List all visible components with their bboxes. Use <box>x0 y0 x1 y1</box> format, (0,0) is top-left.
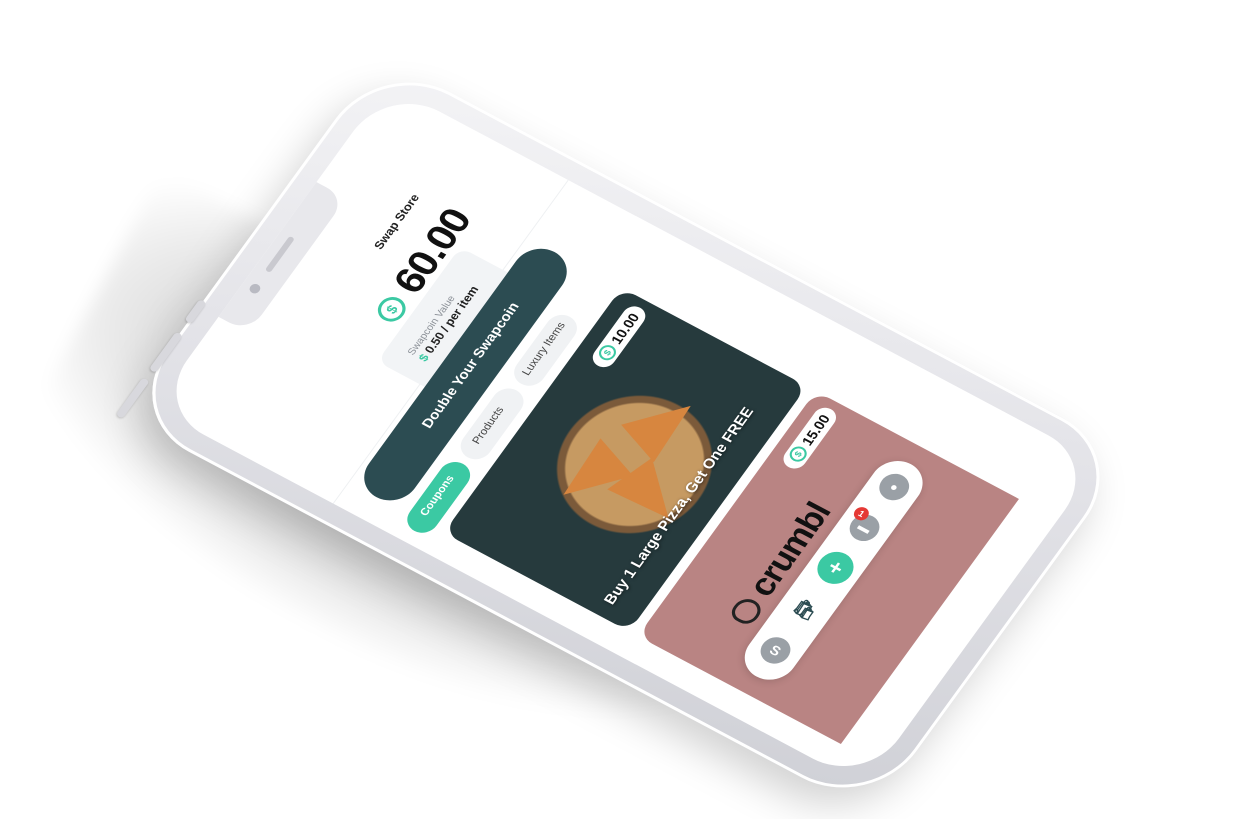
price-tag: $ 10.00 <box>588 302 650 371</box>
notification-badge: 1 <box>851 504 872 523</box>
front-camera <box>247 282 263 296</box>
chat-icon[interactable]: ▬ 1 <box>843 504 886 546</box>
swapcoin-icon: $ <box>595 342 620 363</box>
swapcoin-icon: $ <box>372 292 411 326</box>
cookie-icon <box>726 594 766 628</box>
swapcoin-icon: $ <box>786 443 811 465</box>
plus-icon[interactable]: + <box>810 546 861 590</box>
tab-products-label: Products <box>470 405 507 447</box>
pizza-slice-image <box>621 387 708 463</box>
price-tag: $ 15.00 <box>778 403 841 473</box>
tab-coupons-label: Coupons <box>417 473 457 519</box>
user-icon[interactable]: ● <box>873 469 915 506</box>
swapcoin-icon[interactable]: S <box>754 632 797 669</box>
price-value: 10.00 <box>607 310 643 347</box>
shopping-bag-icon[interactable]: 🛍 <box>785 592 826 628</box>
price-value: 15.00 <box>798 411 834 449</box>
